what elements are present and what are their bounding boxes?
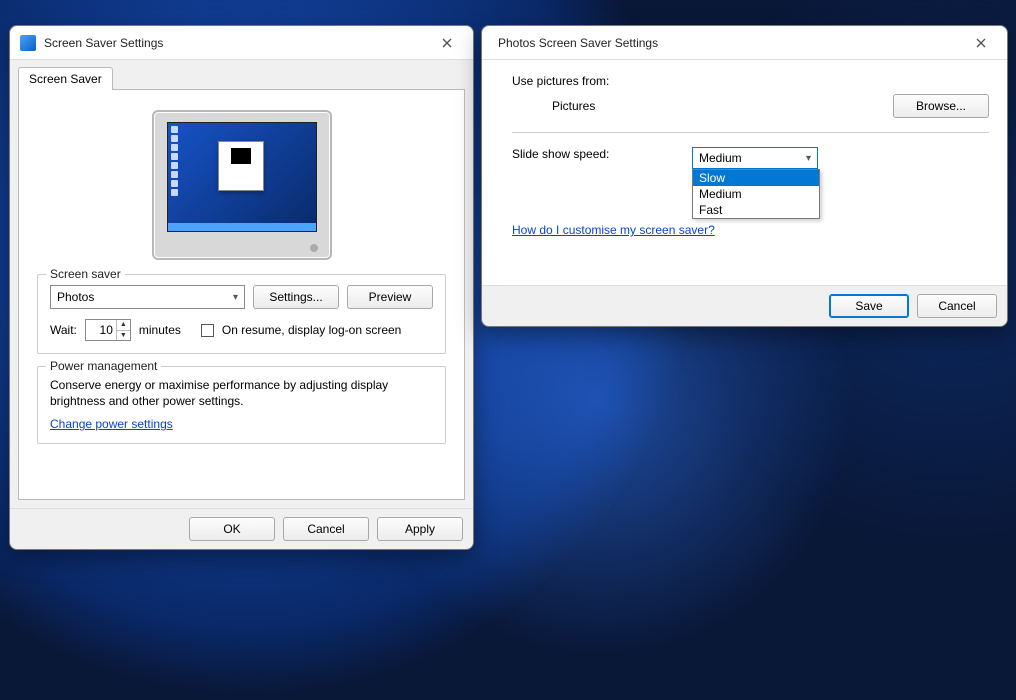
tab-screen-saver[interactable]: Screen Saver xyxy=(18,67,113,90)
wait-spinner[interactable]: ▲ ▼ xyxy=(85,319,131,341)
customise-help-link[interactable]: How do I customise my screen saver? xyxy=(512,223,989,237)
settings-button[interactable]: Settings... xyxy=(253,285,339,309)
monitor-preview xyxy=(152,110,332,260)
change-power-settings-link[interactable]: Change power settings xyxy=(50,417,173,431)
photos-screen-saver-settings-dialog: Photos Screen Saver Settings Use picture… xyxy=(481,25,1008,327)
window-title: Photos Screen Saver Settings xyxy=(492,36,961,50)
resume-checkbox[interactable] xyxy=(201,324,214,337)
screensaver-select-value: Photos xyxy=(57,290,94,304)
spin-down-icon[interactable]: ▼ xyxy=(117,331,130,341)
dialog-body: Use pictures from: Pictures Browse... Sl… xyxy=(482,60,1007,285)
group-legend: Screen saver xyxy=(46,267,125,281)
cancel-button[interactable]: Cancel xyxy=(283,517,369,541)
app-icon xyxy=(20,35,36,51)
save-button[interactable]: Save xyxy=(829,294,909,318)
titlebar[interactable]: Photos Screen Saver Settings xyxy=(482,26,1007,60)
power-management-group: Power management Conserve energy or maxi… xyxy=(37,366,446,444)
window-title: Screen Saver Settings xyxy=(44,36,427,50)
speed-label: Slide show speed: xyxy=(512,147,692,161)
ok-button[interactable]: OK xyxy=(189,517,275,541)
spin-up-icon[interactable]: ▲ xyxy=(117,320,130,331)
speed-dropdown: Slow Medium Fast xyxy=(692,169,820,219)
speed-option-fast[interactable]: Fast xyxy=(693,202,819,218)
apply-button[interactable]: Apply xyxy=(377,517,463,541)
resume-checkbox-label: On resume, display log-on screen xyxy=(222,323,401,337)
close-button[interactable] xyxy=(427,29,467,57)
browse-button[interactable]: Browse... xyxy=(893,94,989,118)
wait-unit: minutes xyxy=(139,323,181,337)
dialog-footer: Save Cancel xyxy=(482,285,1007,326)
power-text: Conserve energy or maximise performance … xyxy=(50,377,433,409)
titlebar[interactable]: Screen Saver Settings xyxy=(10,26,473,60)
monitor-screen xyxy=(167,122,317,232)
tab-strip: Screen Saver xyxy=(10,60,473,89)
close-button[interactable] xyxy=(961,29,1001,57)
group-legend: Power management xyxy=(46,359,161,373)
speed-select[interactable]: Medium ▾ Slow Medium Fast xyxy=(692,147,818,169)
screen-saver-settings-dialog: Screen Saver Settings Screen Saver Scree… xyxy=(9,25,474,550)
screensaver-select[interactable]: Photos ▾ xyxy=(50,285,245,309)
cancel-button[interactable]: Cancel xyxy=(917,294,997,318)
tab-body: Screen saver Photos ▾ Settings... Previe… xyxy=(18,89,465,500)
screen-saver-group: Screen saver Photos ▾ Settings... Previe… xyxy=(37,274,446,354)
chevron-down-icon: ▾ xyxy=(806,153,811,164)
speed-select-value: Medium xyxy=(699,151,742,165)
preview-area xyxy=(37,104,446,274)
mini-dialog-preview xyxy=(218,141,264,191)
wait-input[interactable] xyxy=(86,320,116,340)
preview-button[interactable]: Preview xyxy=(347,285,433,309)
chevron-down-icon: ▾ xyxy=(233,292,238,303)
divider xyxy=(512,132,989,133)
use-pictures-label: Use pictures from: xyxy=(512,74,989,88)
pictures-folder-value: Pictures xyxy=(552,99,595,113)
close-icon xyxy=(976,38,986,48)
close-icon xyxy=(442,38,452,48)
wait-label: Wait: xyxy=(50,323,77,337)
speed-option-slow[interactable]: Slow xyxy=(693,170,819,186)
speed-option-medium[interactable]: Medium xyxy=(693,186,819,202)
dialog-footer: OK Cancel Apply xyxy=(10,508,473,549)
